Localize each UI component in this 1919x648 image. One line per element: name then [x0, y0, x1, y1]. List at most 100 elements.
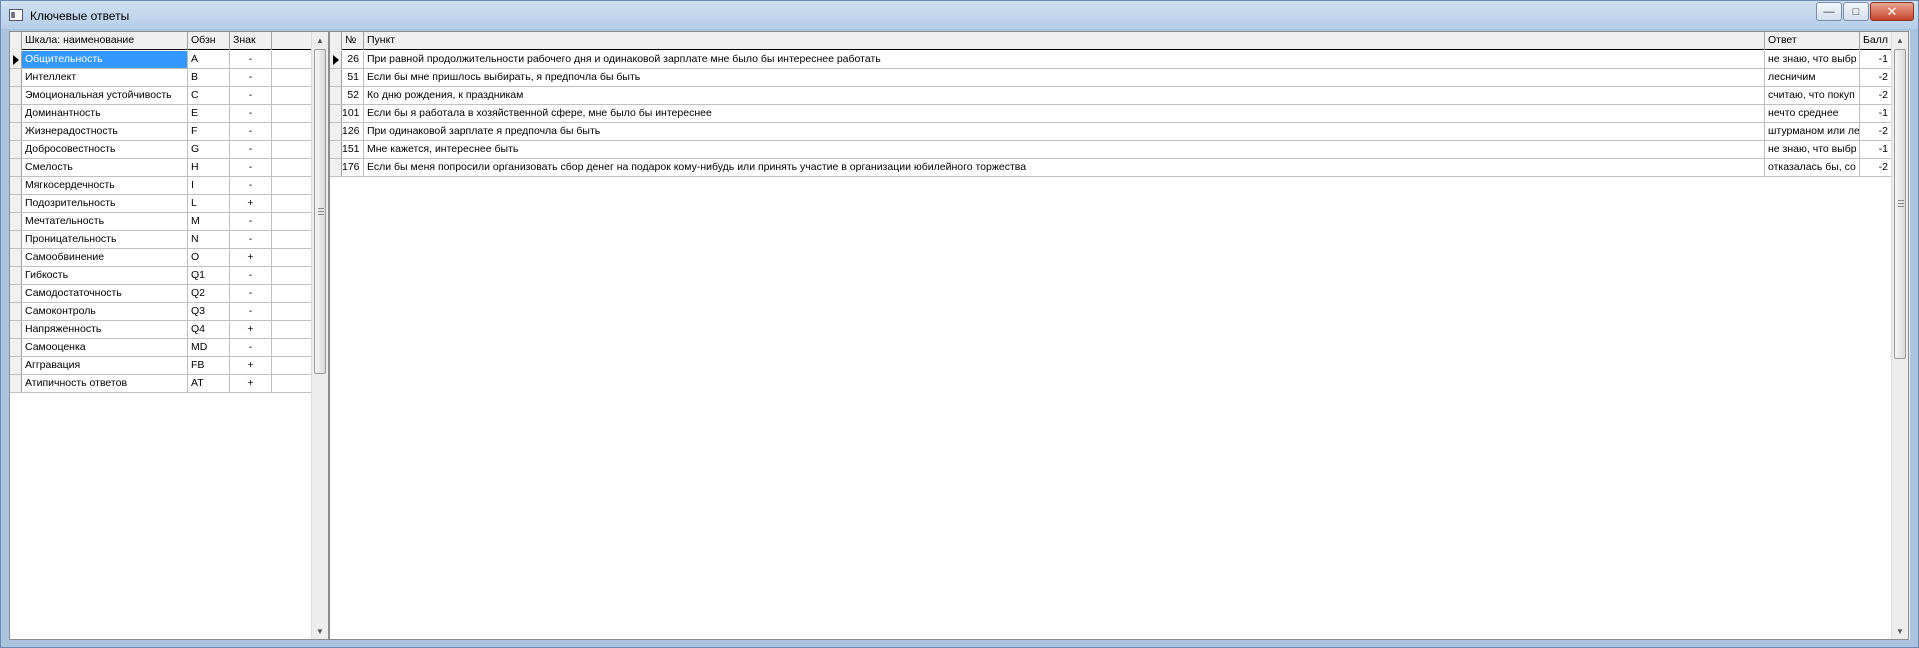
item-answer[interactable]: не знаю, что выбр: [1765, 51, 1860, 68]
scale-sign[interactable]: -: [230, 303, 272, 320]
item-score[interactable]: -2: [1860, 69, 1893, 86]
scale-sign[interactable]: -: [230, 87, 272, 104]
item-num[interactable]: 176: [342, 159, 364, 176]
row-indicator[interactable]: [330, 51, 342, 68]
scale-row[interactable]: Проницательность N -: [10, 231, 328, 249]
scroll-up-icon[interactable]: ▲: [312, 32, 328, 48]
scale-row[interactable]: Подозрительность L +: [10, 195, 328, 213]
item-text[interactable]: При одинаковой зарплате я предпочла бы б…: [364, 123, 1765, 140]
item-answer[interactable]: штурманом или ле: [1765, 123, 1860, 140]
scale-sign[interactable]: +: [230, 249, 272, 266]
scale-sign[interactable]: -: [230, 267, 272, 284]
scales-grid[interactable]: Шкала: наименование Обзн Знак Общительно…: [9, 31, 329, 640]
scale-code[interactable]: L: [188, 195, 230, 212]
header-item-num[interactable]: №: [342, 32, 364, 50]
scale-row[interactable]: Аггравация FB +: [10, 357, 328, 375]
scale-sign[interactable]: -: [230, 69, 272, 86]
scale-row[interactable]: Эмоциональная устойчивость C -: [10, 87, 328, 105]
scale-row[interactable]: Жизнерадостность F -: [10, 123, 328, 141]
close-button[interactable]: ✕: [1870, 2, 1914, 21]
item-num[interactable]: 126: [342, 123, 364, 140]
scale-code[interactable]: B: [188, 69, 230, 86]
item-text[interactable]: При равной продолжительности рабочего дн…: [364, 51, 1765, 68]
item-text[interactable]: Если бы мне пришлось выбирать, я предпоч…: [364, 69, 1765, 86]
scale-sign[interactable]: -: [230, 285, 272, 302]
scale-row[interactable]: Самообвинение O +: [10, 249, 328, 267]
scroll-down-icon[interactable]: ▼: [1892, 623, 1908, 639]
row-indicator[interactable]: [10, 123, 22, 140]
row-indicator[interactable]: [10, 321, 22, 338]
scale-row[interactable]: Напряженность Q4 +: [10, 321, 328, 339]
item-row[interactable]: 26 При равной продолжительности рабочего …: [330, 51, 1908, 69]
scroll-thumb[interactable]: [1894, 49, 1906, 359]
scale-code[interactable]: F: [188, 123, 230, 140]
row-indicator[interactable]: [10, 177, 22, 194]
item-answer[interactable]: не знаю, что выбр: [1765, 141, 1860, 158]
scale-code[interactable]: G: [188, 141, 230, 158]
items-grid[interactable]: № Пункт Ответ Балл 26 При равной продолжи…: [329, 31, 1909, 640]
item-answer[interactable]: считаю, что покуп: [1765, 87, 1860, 104]
scale-sign[interactable]: +: [230, 375, 272, 392]
item-row[interactable]: 101 Если бы я работала в хозяйственной сф…: [330, 105, 1908, 123]
scale-code[interactable]: M: [188, 213, 230, 230]
item-row[interactable]: 52 Ко дню рождения, к праздникам считаю, ч…: [330, 87, 1908, 105]
header-scale-code[interactable]: Обзн: [188, 32, 230, 50]
scale-name[interactable]: Самообвинение: [22, 249, 188, 266]
scale-sign[interactable]: -: [230, 141, 272, 158]
item-score[interactable]: -1: [1860, 105, 1893, 122]
item-text[interactable]: Мне кажется, интереснее быть: [364, 141, 1765, 158]
header-scale-name[interactable]: Шкала: наименование: [22, 32, 188, 50]
header-item-text[interactable]: Пункт: [364, 32, 1765, 50]
scale-row[interactable]: Гибкость Q1-: [10, 267, 328, 285]
item-score[interactable]: -2: [1860, 159, 1893, 176]
scale-name[interactable]: Общительность: [22, 51, 188, 68]
item-num[interactable]: 101: [342, 105, 364, 122]
row-indicator[interactable]: [330, 69, 342, 86]
row-indicator[interactable]: [10, 249, 22, 266]
row-indicator[interactable]: [10, 339, 22, 356]
item-answer[interactable]: нечто среднее: [1765, 105, 1860, 122]
row-indicator[interactable]: [10, 231, 22, 248]
item-score[interactable]: -2: [1860, 123, 1893, 140]
scale-sign[interactable]: -: [230, 159, 272, 176]
header-item-score[interactable]: Балл: [1860, 32, 1893, 50]
scale-name[interactable]: Аггравация: [22, 357, 188, 374]
scale-row[interactable]: Общительность A -: [10, 51, 328, 69]
row-indicator[interactable]: [10, 69, 22, 86]
scale-name[interactable]: Эмоциональная устойчивость: [22, 87, 188, 104]
row-indicator[interactable]: [10, 195, 22, 212]
scale-sign[interactable]: -: [230, 51, 272, 68]
scale-sign[interactable]: -: [230, 339, 272, 356]
scale-name[interactable]: Напряженность: [22, 321, 188, 338]
row-indicator[interactable]: [10, 285, 22, 302]
scroll-down-icon[interactable]: ▼: [312, 623, 328, 639]
scale-name[interactable]: Добросовестность: [22, 141, 188, 158]
scale-code[interactable]: A: [188, 51, 230, 68]
item-answer[interactable]: лесничим: [1765, 69, 1860, 86]
item-row[interactable]: 126 При одинаковой зарплате я предпочла б…: [330, 123, 1908, 141]
scale-row[interactable]: Доминантность E -: [10, 105, 328, 123]
scale-code[interactable]: Q3: [188, 303, 230, 320]
items-scrollbar[interactable]: ▲ ▼: [1891, 32, 1908, 639]
row-indicator[interactable]: [330, 87, 342, 104]
item-score[interactable]: -1: [1860, 141, 1893, 158]
item-score[interactable]: -1: [1860, 51, 1893, 68]
item-text[interactable]: Ко дню рождения, к праздникам: [364, 87, 1765, 104]
row-indicator[interactable]: [10, 87, 22, 104]
item-num[interactable]: 51: [342, 69, 364, 86]
row-indicator[interactable]: [10, 105, 22, 122]
scale-row[interactable]: Атипичность ответов AT +: [10, 375, 328, 393]
scale-name[interactable]: Самодостаточность: [22, 285, 188, 302]
item-answer[interactable]: отказалась бы, со: [1765, 159, 1860, 176]
scale-row[interactable]: Самодостаточность Q2-: [10, 285, 328, 303]
item-num[interactable]: 151: [342, 141, 364, 158]
row-indicator[interactable]: [330, 123, 342, 140]
scale-code[interactable]: E: [188, 105, 230, 122]
scale-name[interactable]: Мягкосердечность: [22, 177, 188, 194]
scale-name[interactable]: Гибкость: [22, 267, 188, 284]
row-indicator[interactable]: [330, 105, 342, 122]
item-row[interactable]: 151 Мне кажется, интереснее быть не знаю, …: [330, 141, 1908, 159]
item-text[interactable]: Если бы меня попросили организовать сбор…: [364, 159, 1765, 176]
scale-row[interactable]: Интеллект B -: [10, 69, 328, 87]
scale-code[interactable]: Q1: [188, 267, 230, 284]
